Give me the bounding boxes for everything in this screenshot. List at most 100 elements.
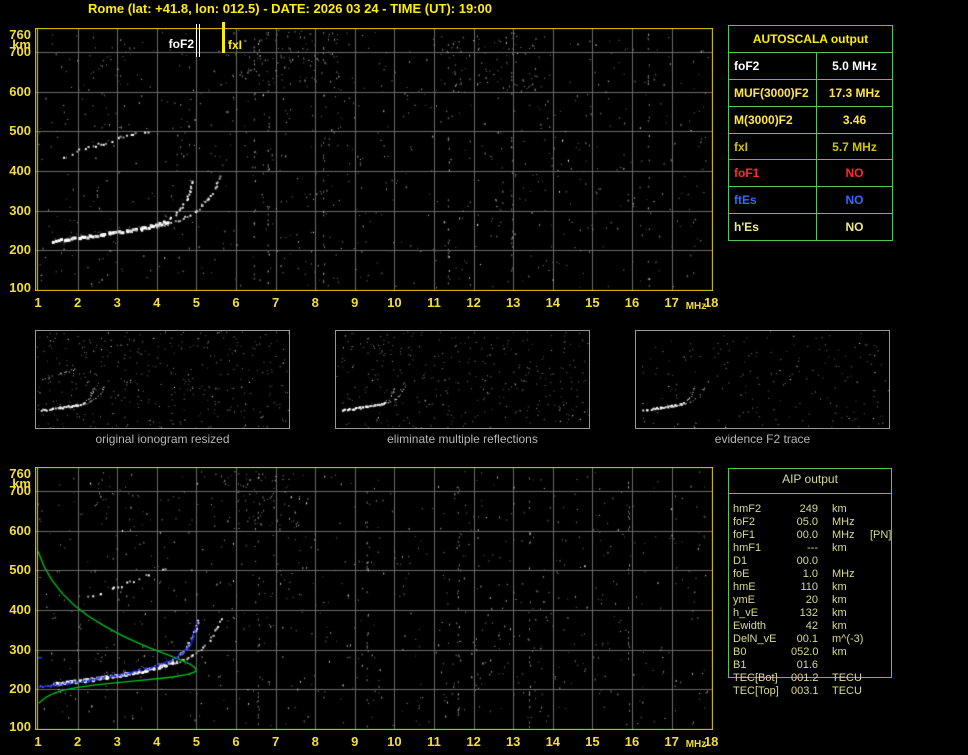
parameter-value: 249 [799, 503, 818, 515]
x-tick-label: 5 [192, 734, 200, 749]
parameter-label: foE [733, 568, 750, 580]
parameter-label: D1 [733, 555, 748, 567]
x-tick-label: 15 [585, 734, 600, 749]
top-mhz-label: MHz [685, 301, 707, 312]
table-row: foE 1.0 MHz [733, 568, 890, 581]
parameter-unit [832, 659, 870, 672]
parameter-value: NO [845, 166, 864, 181]
x-tick-label: 13 [505, 295, 521, 310]
parameter-unit: km [832, 503, 847, 515]
x-tick-label: 6 [232, 295, 240, 310]
parameter-value: 05.0 [796, 516, 818, 528]
table-row: foF2 05.0 MHz [733, 516, 890, 529]
x-tick-label: 9 [351, 295, 359, 310]
parameter-extra [870, 581, 890, 594]
parameter-label: foF2 [729, 53, 817, 79]
parameter-unit: m^(-3) [832, 633, 864, 645]
table-row: D1 00.0 [733, 555, 890, 568]
x-tick-label: 6 [232, 734, 240, 749]
x-tick-label: 9 [351, 734, 359, 749]
parameter-label: foF1 [729, 160, 817, 187]
x-tick-label: 1 [34, 295, 42, 310]
parameter-label: foF2 [733, 516, 756, 528]
parameter-value: 3.46 [842, 112, 867, 127]
table-row: MUF(3000)F2 17.3 MHz [729, 79, 892, 107]
page-title: Rome (lat: +41.8, lon: 012.5) - DATE: 20… [88, 1, 492, 16]
table-row: B1 01.6 [733, 659, 890, 672]
parameter-value: --- [807, 542, 818, 554]
parameter-label: ymE [733, 594, 755, 606]
x-tick-label: 13 [505, 734, 521, 749]
table-row: DelN_vE 00.1 m^(-3) [733, 633, 890, 646]
aip-table-rows: hmF2 249 km foF2 05.0 MHz foF1 00.0 MHz [PN] hmF1 -… [733, 503, 891, 698]
parameter-label: TEC[Bot] [733, 672, 778, 684]
x-tick-label: 3 [113, 734, 121, 749]
parameter-unit: TECU [832, 672, 862, 684]
parameter-unit: TECU [832, 685, 862, 697]
x-tick-label: 18 [703, 734, 719, 749]
parameter-extra [870, 672, 890, 685]
parameter-value: 132 [799, 607, 818, 619]
table-row: hmF2 249 km [733, 503, 890, 516]
thumbnail-caption-eliminate: eliminate multiple reflections [387, 432, 538, 446]
parameter-extra [870, 646, 890, 659]
parameter-unit: km [832, 594, 847, 606]
table-row: ymE 20 km [733, 594, 890, 607]
parameter-label: TEC[Top] [733, 685, 779, 697]
x-tick-label: 1 [34, 734, 42, 749]
x-tick-label: 4 [153, 734, 161, 749]
table-row: TEC[Bot] 001.2 TECU [733, 672, 890, 685]
parameter-value: 00.0 [796, 529, 818, 541]
parameter-extra [870, 620, 890, 633]
fxi-marker-label: fxI [228, 38, 243, 52]
table-row: Ewidth 42 km [733, 620, 890, 633]
parameter-unit: MHz [832, 516, 855, 528]
parameter-value: NO [845, 193, 864, 208]
table-row: M(3000)F2 3.46 [729, 106, 892, 134]
x-tick-label: 8 [311, 734, 319, 749]
table-row: fxI 5.7 MHz [729, 133, 892, 161]
parameter-value: 00.1 [796, 633, 818, 645]
parameter-extra [870, 542, 890, 555]
parameter-unit: MHz [832, 568, 855, 580]
y-tick-label: 500 [9, 123, 31, 139]
parameter-value: 110 [800, 581, 818, 593]
x-tick-label: 17 [664, 734, 679, 749]
parameter-extra [870, 594, 890, 607]
y-tick-label: 200 [9, 681, 31, 697]
y-tick-label: 600 [9, 522, 31, 538]
parameter-value: 1.0 [802, 568, 818, 580]
parameter-unit [832, 555, 870, 568]
y-tick-label: 400 [9, 162, 31, 178]
parameter-unit: km [832, 581, 847, 593]
parameter-value: 17.3 MHz [828, 85, 881, 100]
aip-table-divider [728, 493, 892, 494]
top-km-label: km [12, 37, 31, 52]
x-tick-label: 5 [192, 295, 200, 310]
x-tick-label: 12 [466, 734, 481, 749]
bottom-ionogram-plot [35, 467, 713, 730]
parameter-label: hmE [733, 581, 756, 593]
table-row: hmE 110 km [733, 581, 890, 594]
fof2-marker-line-2 [199, 24, 200, 57]
table-row: B0 052.0 km [733, 646, 890, 659]
parameter-value: 20 [805, 594, 818, 606]
thumbnail-evidence-f2-trace [635, 330, 890, 429]
parameter-label: M(3000)F2 [729, 106, 817, 133]
y-tick-label: 100 [9, 719, 31, 734]
y-tick-label: 300 [9, 641, 31, 657]
parameter-label: MUF(3000)F2 [729, 79, 817, 106]
parameter-value: 001.2 [791, 672, 819, 684]
parameter-label: hmF2 [733, 503, 762, 515]
